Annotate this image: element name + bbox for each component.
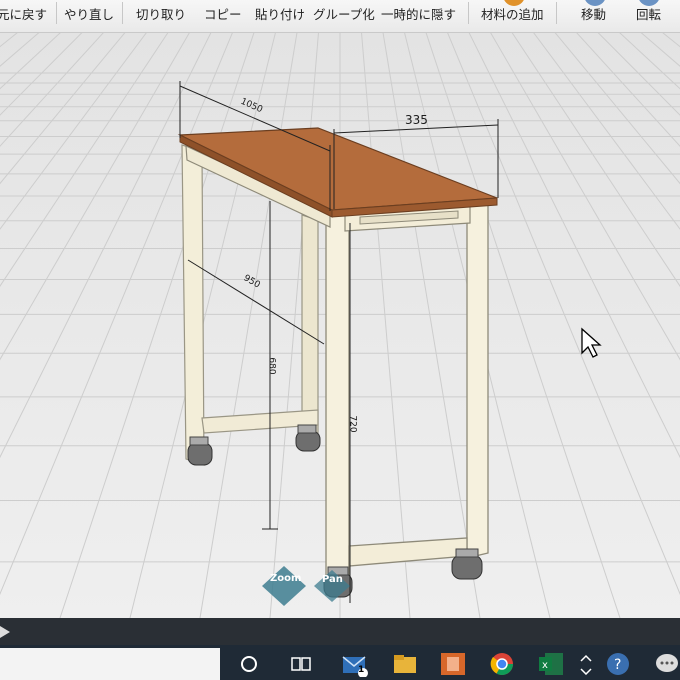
- chevron-up-icon[interactable]: [576, 650, 596, 678]
- task-view-icon[interactable]: [286, 650, 316, 678]
- svg-text:x: x: [542, 660, 548, 671]
- toolbar-divider: [556, 2, 557, 24]
- mouse-cursor-icon: [581, 327, 602, 358]
- media-skip-icon[interactable]: [0, 626, 12, 638]
- toolbar: 元に戻す やり直し 切り取り コピー 貼り付け グループ化 一時的に隠す 材料の…: [0, 0, 680, 33]
- svg-text:?: ?: [614, 657, 621, 673]
- mail-badge: 1: [358, 665, 365, 675]
- zoom-control-label[interactable]: Zoom: [270, 573, 301, 584]
- scene-canvas[interactable]: [0, 33, 680, 618]
- hide-temporarily-button[interactable]: 一時的に隠す: [381, 4, 456, 23]
- move-button[interactable]: 移動: [581, 4, 606, 23]
- front-left-leg: [325, 212, 350, 596]
- cortana-icon[interactable]: [234, 650, 264, 678]
- cut-button[interactable]: 切り取り: [136, 4, 186, 23]
- pan-control-label[interactable]: Pan: [322, 574, 343, 585]
- chrome-icon[interactable]: [487, 650, 517, 678]
- excel-icon[interactable]: x: [536, 650, 566, 678]
- rotate-button[interactable]: 回転: [636, 4, 661, 23]
- status-bar: [0, 618, 680, 645]
- dimension-height-back-label: 680: [266, 357, 277, 375]
- chat-icon[interactable]: [652, 650, 680, 678]
- file-explorer-icon[interactable]: [390, 650, 420, 678]
- caster-back-right: [295, 424, 321, 452]
- group-button[interactable]: グループ化: [313, 4, 375, 23]
- view-controls: [262, 566, 350, 606]
- office-app-icon[interactable]: [438, 650, 468, 678]
- paste-button[interactable]: 貼り付け: [255, 4, 305, 23]
- dimension-height-front-label: 720: [347, 415, 358, 433]
- zoom-control-icon[interactable]: [262, 566, 306, 606]
- copy-button[interactable]: コピー: [204, 4, 242, 23]
- toolbar-divider: [56, 2, 57, 24]
- toolbar-divider: [468, 2, 469, 24]
- caster-back-left: [187, 436, 213, 466]
- add-material-button[interactable]: 材料の追加: [481, 4, 544, 23]
- dimension-depth-label: 335: [405, 113, 428, 127]
- front-right-leg: [466, 200, 489, 559]
- undo-button[interactable]: 元に戻す: [0, 4, 47, 23]
- back-left-leg: [181, 144, 205, 466]
- help-icon[interactable]: ?: [603, 650, 633, 678]
- redo-button[interactable]: やり直し: [64, 4, 114, 23]
- 3d-viewport[interactable]: 1050 335 950 680 720 Zoom Pan: [0, 33, 680, 618]
- mail-icon[interactable]: 1: [340, 650, 370, 678]
- taskbar-search-box[interactable]: [0, 648, 220, 680]
- caster-front-right: [451, 548, 483, 580]
- toolbar-divider: [122, 2, 123, 24]
- app-window: 元に戻す やり直し 切り取り コピー 貼り付け グループ化 一時的に隠す 材料の…: [0, 0, 680, 680]
